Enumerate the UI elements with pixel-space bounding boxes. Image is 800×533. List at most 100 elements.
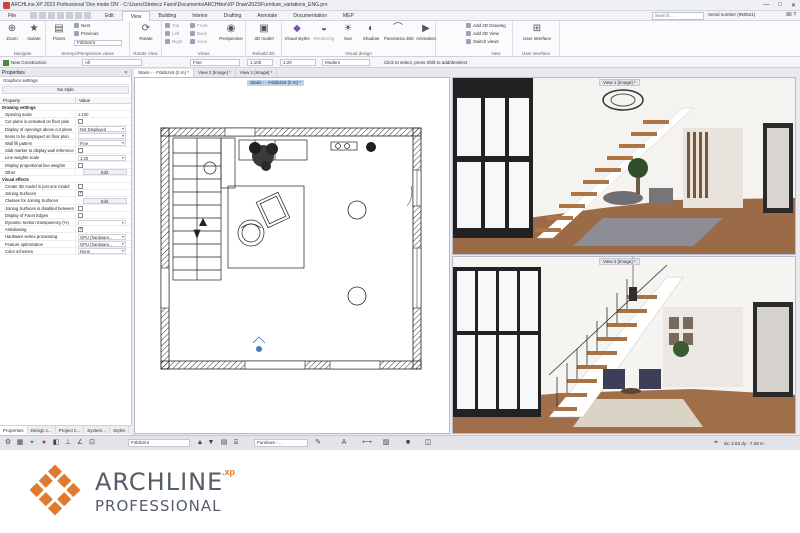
layers-icon[interactable]: ◧ <box>52 439 60 447</box>
pen-icon[interactable]: ✎ <box>314 439 322 447</box>
tab-properties[interactable]: Properties <box>0 426 28 434</box>
save-icon[interactable] <box>48 12 56 19</box>
property-edit-button[interactable]: Edit <box>82 197 127 204</box>
floor-status-select[interactable]: Földszint <box>128 439 190 447</box>
mode-select[interactable]: Modern <box>322 59 370 66</box>
property-row[interactable]: Opening scale 1:100 <box>0 111 131 119</box>
tab-documentation[interactable]: Documentation <box>285 11 335 21</box>
property-select[interactable]: Fine <box>78 140 126 147</box>
3d-view-2[interactable]: View 2 [Image] * <box>452 256 796 434</box>
top-view-button[interactable]: Top <box>165 23 179 29</box>
line-style-select[interactable]: Fine <box>190 59 240 66</box>
add-2d-drawing-button[interactable]: Add 2D Drawing <box>466 23 506 29</box>
back-view-button[interactable]: Back <box>190 31 207 37</box>
front-view-button[interactable]: Front <box>190 23 208 29</box>
rendering-button[interactable]: ◒ Rendering <box>312 23 336 41</box>
tab-interior[interactable]: Interior <box>184 11 216 21</box>
property-row[interactable]: Dynamic section transparency (%) <box>0 219 131 227</box>
next-floor-button[interactable]: Next <box>74 23 90 29</box>
visual-styles-button[interactable]: ◆ Visual styles <box>284 23 310 41</box>
property-row[interactable]: Wall fill pattern Fine <box>0 139 131 148</box>
tab-edit[interactable]: Edit <box>97 11 122 21</box>
hatch-icon[interactable]: ▨ <box>382 439 390 447</box>
property-row[interactable]: Antialiasing <box>0 226 131 234</box>
property-select[interactable]: GPU (hardware... <box>78 233 126 240</box>
property-checkbox[interactable] <box>78 212 83 218</box>
property-text[interactable]: 1:100 <box>78 112 88 117</box>
sun-button[interactable]: ☀ Sun <box>338 23 358 41</box>
property-row[interactable]: Joining Surfaces <box>0 190 131 198</box>
search-input[interactable]: Search... <box>652 12 704 20</box>
property-row[interactable]: Line weights scale 1:20 <box>0 154 131 162</box>
property-select[interactable]: GPU (hardware... <box>78 241 126 247</box>
undo-icon[interactable] <box>57 12 65 19</box>
property-checkbox[interactable] <box>78 119 83 125</box>
floors-button[interactable]: ▤ Floors <box>48 23 70 41</box>
property-row[interactable]: Create 3D model in just one model <box>0 183 131 191</box>
3d-view-1[interactable]: View 1 [Image] * <box>452 77 796 255</box>
property-row[interactable]: Display proportional line weights <box>0 161 131 169</box>
camera-marker-icon[interactable] <box>256 346 262 352</box>
property-checkbox[interactable] <box>78 190 83 196</box>
property-checkbox[interactable] <box>78 205 83 211</box>
axon-view-button[interactable]: Axon <box>190 39 207 45</box>
property-row[interactable]: Items to be displayed on floor plan <box>0 132 131 140</box>
tab-mep[interactable]: MEP <box>335 11 362 21</box>
help-icon[interactable]: 86 ? <box>786 12 796 18</box>
tab-drafting[interactable]: Drafting <box>216 11 250 21</box>
dimension-icon[interactable]: ⟷ <box>362 439 372 447</box>
property-row[interactable]: Joining Surfaces is disabled between <box>0 204 131 212</box>
property-row[interactable]: Cut plane is activated on floor plan <box>0 118 131 126</box>
app-logo-icon[interactable] <box>3 1 10 9</box>
property-row[interactable]: Color schemes None <box>0 247 131 255</box>
tab-view[interactable]: View <box>121 10 151 21</box>
fill-icon[interactable]: ◫ <box>424 439 432 447</box>
scale-select[interactable]: 1:100 <box>247 59 273 66</box>
view-tab-view2[interactable]: View 2 [Image] * <box>194 69 236 77</box>
property-select[interactable]: None <box>78 248 126 254</box>
close-panel-icon[interactable]: ✕ <box>124 69 128 77</box>
right-view-button[interactable]: Right <box>165 39 183 45</box>
property-select[interactable]: 1:20 <box>78 154 126 161</box>
panorama-button[interactable]: ⌒ Panorama 360 <box>384 23 414 41</box>
property-select[interactable] <box>78 133 126 139</box>
grid-icon[interactable]: ▦ <box>16 439 24 447</box>
tab-building[interactable]: Building <box>150 11 184 21</box>
rotate-button[interactable]: ⟳ Rotate <box>135 23 157 41</box>
property-select[interactable] <box>78 219 126 226</box>
new-construction-button[interactable]: New Construction <box>3 59 47 66</box>
tab-design-center[interactable]: Design c... <box>28 426 56 434</box>
property-row[interactable]: Feature optimization GPU (hardware... <box>0 240 131 248</box>
tab-styles[interactable]: Styles <box>110 426 130 434</box>
switch-views-button[interactable]: Switch views <box>466 39 499 45</box>
property-checkbox[interactable] <box>78 184 83 190</box>
property-row[interactable]: Slab marker to display wall reference <box>0 147 131 155</box>
arrow-up-icon[interactable]: ▲ <box>196 439 204 447</box>
isolate-button[interactable]: ★ Isolate <box>23 23 45 41</box>
property-select[interactable]: Not Displayed <box>78 126 126 132</box>
property-checkbox[interactable] <box>78 148 83 154</box>
property-checkbox[interactable] <box>78 162 83 168</box>
arrow-down-icon[interactable]: ▼ <box>207 439 215 447</box>
polar-icon[interactable]: ∠ <box>76 439 84 447</box>
settings-icon[interactable] <box>84 12 92 19</box>
property-row[interactable]: Hardware vertex processing GPU (hardware.… <box>0 233 131 241</box>
style-select[interactable]: No style <box>2 86 129 94</box>
zoom-button[interactable]: ⊕ Zoom <box>1 23 23 41</box>
view-tab-stairs[interactable]: Stairs - - Földszint (0 m) * <box>134 69 195 77</box>
property-row[interactable]: Classes for Joining Surfaces Edit <box>0 197 131 205</box>
measure-icon[interactable]: ⊡ <box>88 439 96 447</box>
property-row[interactable]: Other Edit <box>0 168 131 176</box>
snap-icon[interactable]: ⌖ <box>28 439 36 447</box>
previous-floor-button[interactable]: Previous <box>74 31 99 37</box>
3d-model-button[interactable]: ▣ 3D model <box>253 23 275 41</box>
property-row[interactable]: Display of Facet Edges <box>0 211 131 219</box>
perspective-button[interactable]: ◉ Perspective <box>218 23 244 41</box>
redo-icon[interactable] <box>66 12 74 19</box>
tab-annotate[interactable]: Annotate <box>249 11 285 21</box>
animation-button[interactable]: ▶ Animation <box>414 23 438 41</box>
maximize-button[interactable]: □ <box>778 2 782 9</box>
floor-select[interactable]: Földszint <box>74 40 122 46</box>
minimize-button[interactable]: — <box>763 2 769 9</box>
color-icon[interactable]: ■ <box>404 439 412 447</box>
